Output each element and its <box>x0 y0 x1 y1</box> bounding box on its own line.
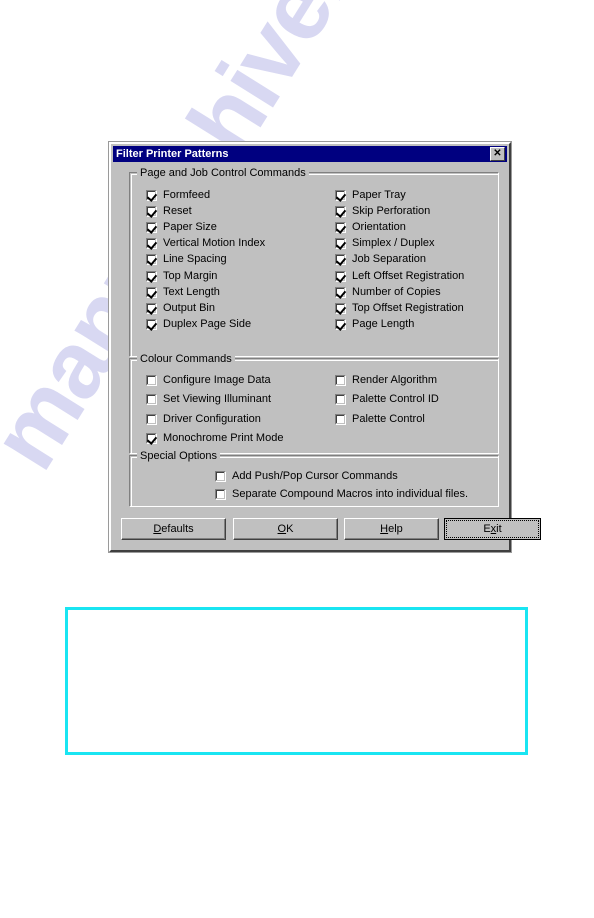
checkbox-special-1[interactable]: Separate Compound Macros into individual… <box>215 487 468 501</box>
checkbox-page-left-0[interactable]: Formfeed <box>146 188 210 202</box>
defaults-button[interactable]: Defaults <box>121 518 226 540</box>
close-icon[interactable]: ✕ <box>490 147 505 161</box>
checkbox-label: Driver Configuration <box>163 412 261 425</box>
checkbox-page-right-4[interactable]: Job Separation <box>335 253 426 267</box>
checkbox-page-left-7[interactable]: Output Bin <box>146 301 215 315</box>
checkbox-unchecked-icon[interactable] <box>146 413 157 425</box>
checkbox-colour-right-0[interactable]: Render Algorithm <box>335 373 437 387</box>
checkbox-label: Output Bin <box>163 301 215 314</box>
checkbox-checked-icon[interactable] <box>146 254 157 266</box>
checkbox-page-left-3[interactable]: Vertical Motion Index <box>146 237 265 251</box>
checkbox-label: Separate Compound Macros into individual… <box>232 487 469 500</box>
checkbox-checked-icon[interactable] <box>335 205 346 217</box>
checkbox-label: Set Viewing Illuminant <box>163 393 272 405</box>
checkbox-unchecked-icon[interactable] <box>335 413 346 425</box>
checkbox-checked-icon[interactable] <box>146 189 157 201</box>
checkbox-label: Top Offset Registration <box>352 301 464 314</box>
group-label-colour-commands: Colour Commands <box>137 353 235 365</box>
checkbox-label: Render Algorithm <box>352 373 437 386</box>
checkbox-page-right-2[interactable]: Orientation <box>335 220 406 234</box>
group-label-page-and-job-control-commands: Page and Job Control Commands <box>137 167 309 179</box>
checkbox-label: Add Push/Pop Cursor Commands <box>232 469 398 482</box>
group-label-special-options: Special Options <box>137 450 221 462</box>
checkbox-page-left-1[interactable]: Reset <box>146 204 192 218</box>
checkbox-unchecked-icon[interactable] <box>335 394 346 405</box>
checkbox-page-right-7[interactable]: Top Offset Registration <box>335 301 464 315</box>
checkbox-page-right-5[interactable]: Left Offset Registration <box>335 269 464 283</box>
checkbox-checked-icon[interactable] <box>146 302 157 314</box>
checkbox-page-left-6[interactable]: Text Length <box>146 285 220 299</box>
checkbox-label: Orientation <box>352 220 406 233</box>
checkbox-label: Left Offset Registration <box>352 269 465 282</box>
checkbox-unchecked-icon[interactable] <box>335 374 346 386</box>
checkbox-checked-icon[interactable] <box>146 433 157 444</box>
checkbox-label: Text Length <box>163 285 220 298</box>
checkbox-checked-icon[interactable] <box>146 319 157 331</box>
checkbox-label: Reset <box>163 204 192 217</box>
checkbox-checked-icon[interactable] <box>335 302 346 314</box>
checkbox-label: Palette Control ID <box>352 393 439 405</box>
checkbox-special-0[interactable]: Add Push/Pop Cursor Commands <box>215 469 398 483</box>
checkbox-checked-icon[interactable] <box>335 270 346 282</box>
checkbox-label: Top Margin <box>163 269 218 282</box>
checkbox-page-left-5[interactable]: Top Margin <box>146 269 217 283</box>
checkbox-colour-left-1[interactable]: Set Viewing Illuminant <box>146 393 271 407</box>
checkbox-colour-right-1[interactable]: Palette Control ID <box>335 393 439 407</box>
checkbox-page-right-3[interactable]: Simplex / Duplex <box>335 237 435 251</box>
checkbox-checked-icon[interactable] <box>335 319 346 331</box>
checkbox-unchecked-icon[interactable] <box>146 374 157 386</box>
checkbox-label: Palette Control <box>352 412 425 425</box>
checkbox-unchecked-icon[interactable] <box>215 488 226 500</box>
checkbox-page-right-6[interactable]: Number of Copies <box>335 285 441 299</box>
checkbox-label: Formfeed <box>163 188 211 201</box>
checkbox-colour-left-3[interactable]: Monochrome Print Mode <box>146 432 283 446</box>
checkbox-checked-icon[interactable] <box>335 189 346 201</box>
checkbox-label: Page Length <box>352 318 415 331</box>
checkbox-label: Simplex / Duplex <box>352 237 435 250</box>
checkbox-label: Number of Copies <box>352 285 441 298</box>
checkbox-page-left-8[interactable]: Duplex Page Side <box>146 318 251 332</box>
checkbox-checked-icon[interactable] <box>146 221 157 233</box>
checkbox-unchecked-icon[interactable] <box>215 470 226 482</box>
checkbox-label: Vertical Motion Index <box>163 237 266 250</box>
checkbox-checked-icon[interactable] <box>335 238 346 250</box>
exit-button[interactable]: Ex it <box>444 518 541 540</box>
exit-button-label: Ex it <box>446 520 539 538</box>
defaults-button-label: Defaults <box>153 523 194 535</box>
checkbox-checked-icon[interactable] <box>146 205 157 217</box>
checkbox-page-right-1[interactable]: Skip Perforation <box>335 204 430 218</box>
checkbox-colour-left-2[interactable]: Driver Configuration <box>146 412 261 426</box>
checkbox-label: Skip Perforation <box>352 204 431 217</box>
ok-button[interactable]: OK <box>233 518 338 540</box>
checkbox-label: Paper Size <box>163 220 217 233</box>
checkbox-colour-left-0[interactable]: Configure Image Data <box>146 373 271 387</box>
checkbox-label: Configure Image Data <box>163 373 271 386</box>
checkbox-page-left-2[interactable]: Paper Size <box>146 220 217 234</box>
ok-button-label: OK <box>277 523 294 535</box>
help-button-label: Help <box>380 523 403 535</box>
dialog-title: Filter Printer Patterns <box>116 148 229 160</box>
checkbox-checked-icon[interactable] <box>146 238 157 250</box>
callout-box <box>65 607 528 755</box>
help-button[interactable]: Help <box>344 518 439 540</box>
dialog-titlebar: Filter Printer Patterns ✕ <box>113 146 507 162</box>
checkbox-label: Paper Tray <box>352 188 406 201</box>
checkbox-unchecked-icon[interactable] <box>146 394 157 405</box>
filter-printer-patterns-dialog: Filter Printer Patterns ✕ Page and Job C… <box>109 142 541 552</box>
checkbox-page-left-4[interactable]: Line Spacing <box>146 253 227 267</box>
checkbox-checked-icon[interactable] <box>335 286 346 298</box>
checkbox-checked-icon[interactable] <box>146 286 157 298</box>
checkbox-label: Duplex Page Side <box>163 318 252 331</box>
checkbox-label: Line Spacing <box>163 253 227 266</box>
checkbox-checked-icon[interactable] <box>146 270 157 282</box>
checkbox-page-right-0[interactable]: Paper Tray <box>335 188 406 202</box>
checkbox-checked-icon[interactable] <box>335 221 346 233</box>
checkbox-checked-icon[interactable] <box>335 254 346 266</box>
checkbox-label: Job Separation <box>352 253 426 266</box>
checkbox-label: Monochrome Print Mode <box>163 432 284 444</box>
checkbox-page-right-8[interactable]: Page Length <box>335 318 414 332</box>
checkbox-colour-right-2[interactable]: Palette Control <box>335 412 425 426</box>
